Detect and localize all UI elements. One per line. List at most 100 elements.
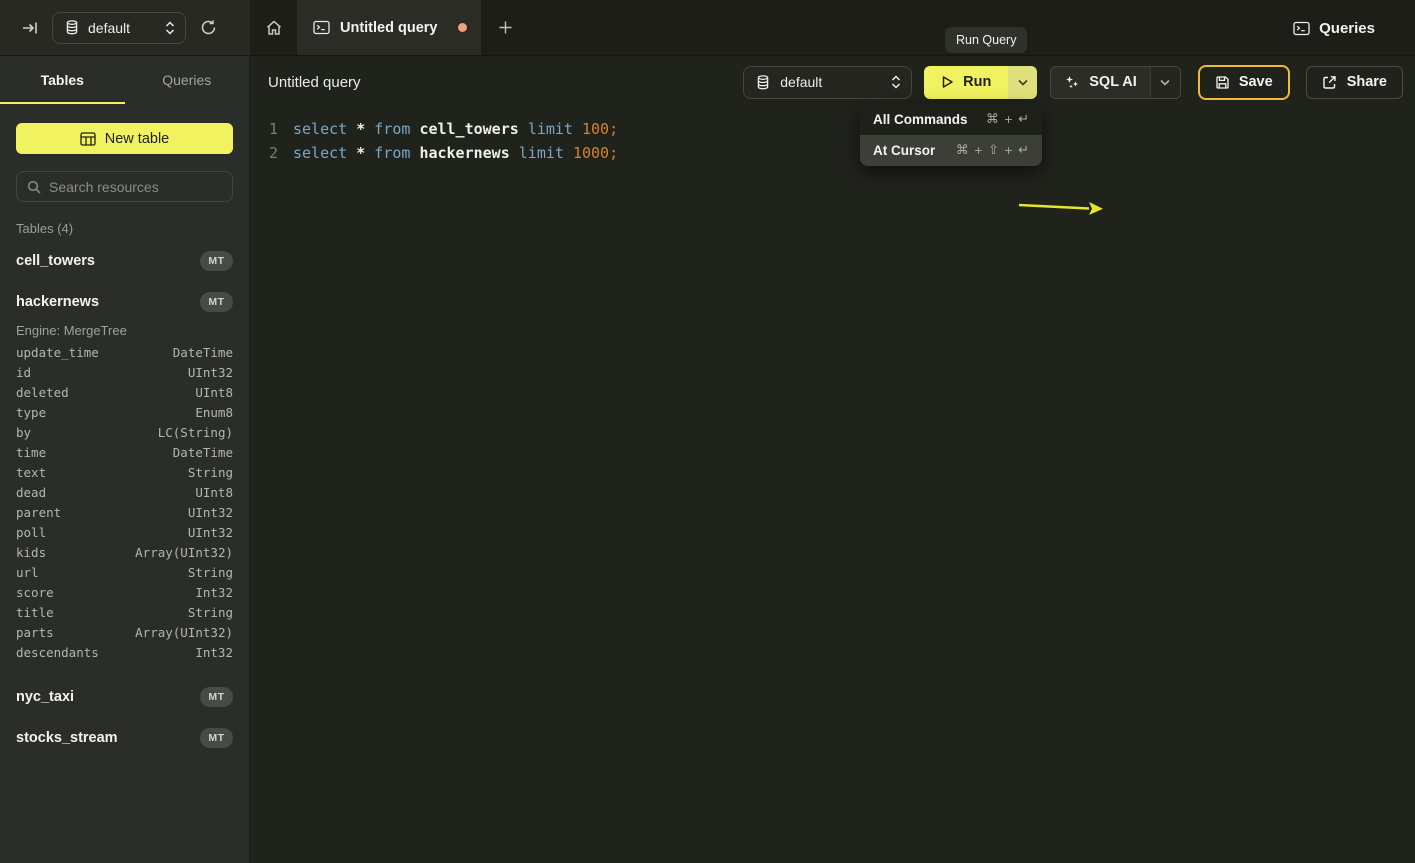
table-name: cell_towers — [16, 253, 95, 269]
home-icon — [265, 19, 283, 37]
column-row: kids Array(UInt32) — [16, 542, 233, 562]
code-line[interactable]: 1select * from cell_towers limit 100; — [266, 117, 1415, 141]
table-row[interactable]: stocks_streamMT — [16, 721, 233, 754]
tab-strip: Untitled query — [250, 0, 1415, 55]
play-icon — [941, 75, 954, 89]
query-title: Untitled query — [268, 74, 743, 91]
column-name: deleted — [16, 385, 69, 400]
line-number: 2 — [266, 144, 278, 162]
table-row[interactable]: hackernewsMT — [16, 285, 233, 318]
menu-item-shortcut: ⌘+↵ — [986, 112, 1029, 127]
search-box[interactable] — [16, 171, 233, 202]
column-type: Int32 — [195, 645, 233, 660]
save-label: Save — [1239, 74, 1273, 90]
save-button[interactable]: Save — [1198, 65, 1290, 100]
column-row: poll UInt32 — [16, 522, 233, 542]
column-row: byLC(String) — [16, 422, 233, 442]
search-icon — [27, 180, 41, 194]
menu-item-label: All Commands — [873, 112, 968, 127]
save-icon — [1215, 75, 1230, 90]
column-row: parentUInt32 — [16, 502, 233, 522]
query-toolbar: Untitled query default — [250, 56, 1415, 108]
engine-badge: MT — [200, 251, 233, 271]
topbar-database-value: default — [88, 20, 156, 36]
queries-button-label: Queries — [1319, 20, 1375, 37]
main-area: Untitled query default — [250, 56, 1415, 863]
code-text: select * from hackernews limit 1000; — [293, 144, 618, 162]
sparkles-icon — [1064, 74, 1080, 90]
column-type: Array(UInt32) — [135, 625, 233, 640]
run-menu-item[interactable]: At Cursor⌘+⇧+↵ — [860, 135, 1042, 166]
sql-ai-options-caret[interactable] — [1150, 67, 1180, 98]
column-name: text — [16, 465, 46, 480]
new-table-button[interactable]: New table — [16, 123, 233, 154]
table-list: cell_towers MT hackernewsMTEngine: MergeTr… — [16, 244, 233, 754]
column-type: Enum8 — [195, 405, 233, 420]
sql-ai-split-button: SQL AI — [1050, 66, 1181, 99]
column-row: urlString — [16, 562, 233, 582]
chevron-updown-icon — [165, 21, 175, 35]
topbar-database-selector[interactable]: default — [52, 12, 186, 44]
sidebar-tab-tables[interactable]: Tables — [0, 56, 125, 104]
tab-untitled-query[interactable]: Untitled query — [297, 0, 481, 55]
column-name: score — [16, 585, 54, 600]
column-type: UInt32 — [188, 525, 233, 540]
database-icon — [756, 75, 770, 90]
column-name: poll — [16, 525, 46, 540]
column-row: titleString — [16, 602, 233, 622]
chevron-updown-icon — [891, 75, 901, 89]
table-engine: Engine: MergeTree — [16, 318, 233, 342]
refresh-icon[interactable] — [200, 19, 217, 36]
column-name: parent — [16, 505, 61, 520]
queries-button[interactable]: Queries — [1293, 0, 1375, 56]
column-name: parts — [16, 625, 54, 640]
tables-section-title: Tables (4) — [16, 221, 233, 236]
column-row: scoreInt32 — [16, 582, 233, 602]
run-query-tooltip: Run Query — [945, 27, 1027, 53]
collapse-sidebar-icon[interactable] — [22, 20, 38, 36]
new-table-label: New table — [105, 131, 169, 147]
menu-item-shortcut: ⌘+⇧+↵ — [956, 143, 1029, 158]
column-name: descendants — [16, 645, 99, 660]
column-name: by — [16, 425, 31, 440]
column-name: type — [16, 405, 46, 420]
active-tab-underline — [0, 102, 125, 105]
column-type: UInt32 — [188, 365, 233, 380]
run-options-caret[interactable] — [1008, 66, 1037, 99]
column-row: deletedUInt8 — [16, 382, 233, 402]
column-row: id UInt32 — [16, 362, 233, 382]
sql-ai-button[interactable]: SQL AI — [1051, 67, 1150, 98]
run-button[interactable]: Run — [924, 66, 1008, 99]
toolbar-database-value: default — [780, 74, 881, 90]
column-row: descendants Int32 — [16, 642, 233, 662]
new-tab-button[interactable] — [481, 0, 529, 55]
search-input[interactable] — [49, 179, 222, 195]
sidebar-tab-queries[interactable]: Queries — [125, 56, 250, 104]
sidebar-tabs: Tables Queries — [0, 56, 249, 104]
terminal-icon — [1293, 21, 1310, 36]
column-name: title — [16, 605, 54, 620]
table-row[interactable]: nyc_taxiMT — [16, 680, 233, 713]
share-button[interactable]: Share — [1306, 66, 1403, 99]
run-label: Run — [963, 74, 991, 90]
engine-badge: MT — [200, 728, 233, 748]
tab-home[interactable] — [250, 0, 297, 55]
column-name: url — [16, 565, 39, 580]
toolbar-actions: default Run — [743, 65, 1403, 100]
toolbar-database-selector[interactable]: default — [743, 66, 912, 99]
table-row[interactable]: cell_towers MT — [16, 244, 233, 277]
sql-console-window: default Untitled query — [0, 0, 1415, 863]
share-label: Share — [1347, 74, 1387, 90]
database-icon — [65, 20, 79, 35]
top-bar-left: default — [0, 0, 250, 55]
column-row: timeDateTime — [16, 442, 233, 462]
table-name: nyc_taxi — [16, 689, 74, 705]
column-name: kids — [16, 545, 46, 560]
run-menu-item[interactable]: All Commands ⌘+↵ — [860, 104, 1042, 135]
sidebar: Tables Queries New table Tables (4) cell… — [0, 56, 250, 863]
column-type: Array(UInt32) — [135, 545, 233, 560]
column-type: UInt8 — [195, 485, 233, 500]
sql-editor[interactable]: 1select * from cell_towers limit 100; 2 se… — [250, 108, 1415, 165]
code-line[interactable]: 2 select * from hackernews limit 1000; — [266, 141, 1415, 165]
column-name: id — [16, 365, 31, 380]
